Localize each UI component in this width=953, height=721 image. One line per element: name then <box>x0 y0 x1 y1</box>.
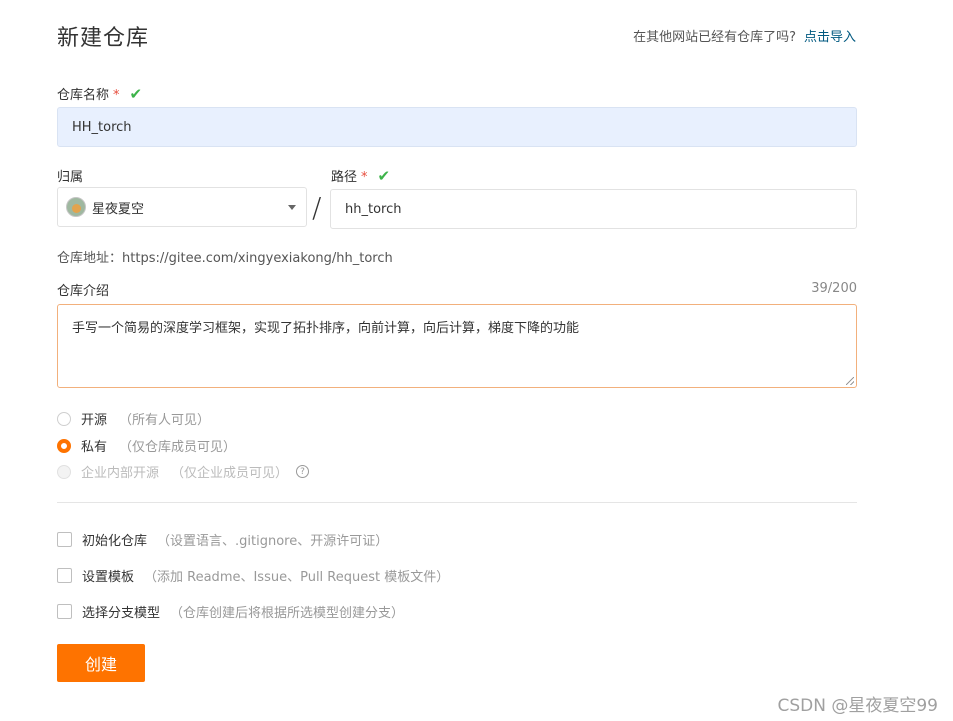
option-hint: （添加 Readme、Issue、Pull Request 模板文件） <box>144 570 450 585</box>
option-hint: （设置语言、.gitignore、开源许可证） <box>157 534 389 549</box>
path-label-row: 路径 * ✔ <box>331 166 390 185</box>
path-value: hh_torch <box>345 201 402 217</box>
owner-selected-value: 星夜夏空 <box>92 201 145 217</box>
repo-name-label: 仓库名称 <box>57 88 110 103</box>
option-label: 选择分支模型 <box>82 606 161 621</box>
radio-label: 企业内部开源 <box>81 466 160 481</box>
option-template[interactable]: 设置模板 （添加 Readme、Issue、Pull Request 模板文件） <box>57 566 449 585</box>
required-mark: * <box>113 88 120 103</box>
radio-hint: （仅企业成员可见） <box>171 466 289 481</box>
avatar <box>66 197 86 217</box>
import-question: 在其他网站已经有仓库了吗? <box>633 30 796 45</box>
page-title: 新建仓库 <box>57 26 150 51</box>
checkmark-icon: ✔ <box>377 167 391 185</box>
description-label: 仓库介绍 <box>57 284 110 299</box>
resize-handle[interactable] <box>846 377 854 385</box>
import-link[interactable]: 点击导入 <box>804 30 856 45</box>
owner-label: 归属 <box>57 170 84 185</box>
import-prompt: 在其他网站已经有仓库了吗? 点击导入 <box>633 26 856 45</box>
radio-private[interactable] <box>57 438 71 453</box>
radio-hint: （所有人可见） <box>119 413 211 428</box>
visibility-option-enterprise: 企业内部开源 （仅企业成员可见） ? <box>57 462 310 481</box>
watermark: CSDN @星夜夏空99 <box>777 696 938 716</box>
description-value: 手写一个简易的深度学习框架，实现了拓扑排序，向前计算，向后计算，梯度下降的功能 <box>72 321 580 336</box>
checkbox-template[interactable] <box>57 568 72 583</box>
repo-address-label: 仓库地址： <box>57 251 123 266</box>
radio-label: 开源 <box>81 413 108 428</box>
divider <box>57 502 857 503</box>
option-branch-model[interactable]: 选择分支模型 （仓库创建后将根据所选模型创建分支） <box>57 602 404 621</box>
path-separator: / <box>312 191 322 224</box>
repo-name-label-row: 仓库名称 * ✔ <box>57 84 142 103</box>
option-label: 设置模板 <box>82 570 135 585</box>
visibility-option-private[interactable]: 私有 （仅仓库成员可见） <box>57 436 236 455</box>
path-input[interactable]: hh_torch <box>330 189 857 229</box>
caret-down-icon <box>288 205 296 210</box>
repo-name-input[interactable]: HH_torch <box>57 107 857 147</box>
repo-name-value: HH_torch <box>72 119 132 135</box>
owner-select[interactable]: 星夜夏空 <box>57 187 307 227</box>
description-textarea[interactable]: 手写一个简易的深度学习框架，实现了拓扑排序，向前计算，向后计算，梯度下降的功能 <box>57 304 857 388</box>
path-label: 路径 <box>331 170 358 185</box>
radio-hint: （仅仓库成员可见） <box>119 440 237 455</box>
repo-address: 仓库地址：https://gitee.com/xingyexiakong/hh_… <box>57 247 393 266</box>
required-mark: * <box>361 170 368 185</box>
repo-address-url: https://gitee.com/xingyexiakong/hh_torch <box>122 251 393 266</box>
checkmark-icon: ✔ <box>129 85 143 103</box>
option-label: 初始化仓库 <box>82 534 148 549</box>
description-counter: 39/200 <box>811 281 857 296</box>
option-hint: （仓库创建后将根据所选模型创建分支） <box>170 606 405 621</box>
create-button[interactable]: 创建 <box>57 644 145 682</box>
visibility-option-public[interactable]: 开源 （所有人可见） <box>57 409 210 428</box>
checkbox-init-repo[interactable] <box>57 532 72 547</box>
radio-public[interactable] <box>57 411 71 426</box>
checkbox-branch-model[interactable] <box>57 604 72 619</box>
radio-enterprise <box>57 464 71 479</box>
question-circle-icon[interactable]: ? <box>296 465 310 478</box>
radio-label: 私有 <box>81 440 108 455</box>
option-init-repo[interactable]: 初始化仓库 （设置语言、.gitignore、开源许可证） <box>57 530 388 549</box>
